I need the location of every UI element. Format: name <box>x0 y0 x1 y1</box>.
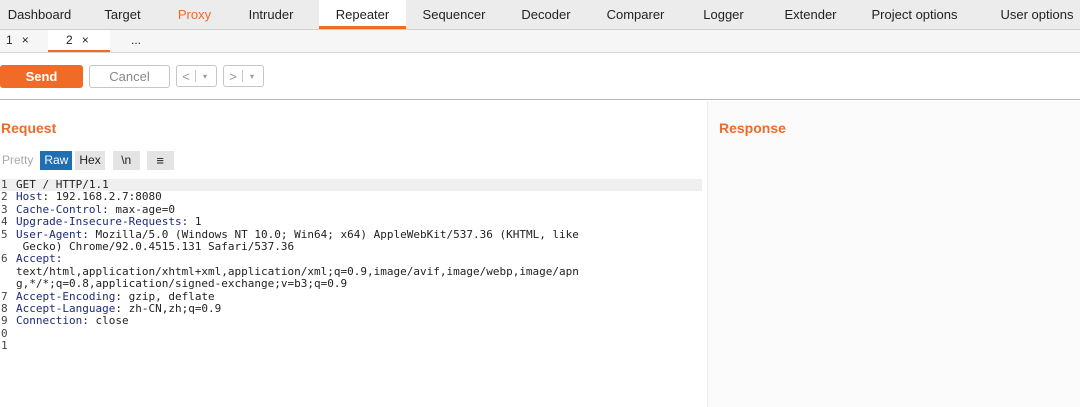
tab-proxy[interactable]: Proxy <box>166 0 223 29</box>
close-icon[interactable]: × <box>22 33 29 47</box>
editor-line: 1 <box>0 339 707 353</box>
pane-splitter[interactable] <box>707 101 708 407</box>
header-name: Connection <box>16 314 83 328</box>
tab-repeater[interactable]: Repeater <box>319 0 406 29</box>
header-name: User-Agent <box>16 227 83 241</box>
header-value: : zh-CN,zh;q=0.9 <box>115 301 222 315</box>
response-pane <box>708 101 1080 407</box>
newline-toggle-button[interactable]: \n <box>112 151 140 170</box>
header-name: Accept-Encoding <box>16 289 116 303</box>
line-number: 2 <box>1 190 8 204</box>
chevron-left-icon: < <box>182 68 190 84</box>
chevron-down-icon[interactable]: ▾ <box>243 72 261 81</box>
line-number: 9 <box>1 314 8 328</box>
header-value: : gzip, deflate <box>115 289 215 303</box>
toolbar: Send Cancel < ▾ > ▾ <box>0 53 1080 100</box>
tab-project-options[interactable]: Project options <box>855 0 974 29</box>
chevron-down-icon[interactable]: ▾ <box>196 72 214 81</box>
request-title: Request <box>1 120 57 136</box>
chevron-right-icon: > <box>229 68 237 84</box>
back-button[interactable]: < ▾ <box>176 65 217 87</box>
repeater-tab-label: 1 <box>6 33 13 47</box>
repeater-tab-label: 2 <box>66 33 73 47</box>
close-icon[interactable]: × <box>82 33 89 47</box>
view-tab-pretty[interactable]: Pretty <box>0 151 37 170</box>
header-name: Upgrade-Insecure-Requests <box>16 215 182 229</box>
line-number: 4 <box>1 215 8 229</box>
response-title: Response <box>719 120 786 136</box>
tab-dashboard[interactable]: Dashboard <box>0 0 79 29</box>
header-value: : 1 <box>181 215 202 229</box>
header-value: : close <box>82 314 129 328</box>
tab-decoder[interactable]: Decoder <box>502 0 590 29</box>
view-tab-hex[interactable]: Hex <box>75 151 105 170</box>
view-tab-raw[interactable]: Raw <box>40 151 73 170</box>
header-value: : Mozilla/5.0 (Windows NT 10.0; Win64; x… <box>82 227 579 241</box>
header-name: Accept <box>16 252 56 266</box>
forward-button[interactable]: > ▾ <box>223 65 264 87</box>
editor-line: Gecko) Chrome/92.0.4515.131 Safari/537.3… <box>0 240 707 253</box>
line-number: 1 <box>1 339 8 353</box>
repeater-tab-1[interactable]: 1 × <box>0 30 48 52</box>
tab-comparer[interactable]: Comparer <box>590 0 681 29</box>
cancel-button[interactable]: Cancel <box>89 65 170 88</box>
repeater-tab-bar: 1 × 2 × ... <box>0 30 1080 53</box>
header-value: : <box>55 252 63 266</box>
repeater-tab-2[interactable]: 2 × <box>48 30 110 52</box>
editor-line: 0 <box>0 327 707 340</box>
line-number: 6 <box>1 252 8 266</box>
header-name: Host <box>16 190 43 204</box>
header-name: Accept-Language <box>16 301 116 315</box>
line-text: Connection: close <box>16 315 129 327</box>
header-name: Cache-Control <box>16 202 103 216</box>
tab-logger[interactable]: Logger <box>681 0 766 29</box>
tab-intruder[interactable]: Intruder <box>223 0 319 29</box>
tab-extender[interactable]: Extender <box>766 0 855 29</box>
main-tab-bar: Dashboard Target Proxy Intruder Repeater… <box>0 0 1080 30</box>
menu-icon[interactable]: ≡ <box>146 151 174 170</box>
new-tab-button[interactable]: ... <box>110 30 158 52</box>
editor-line: 9 Connection: close <box>0 314 707 328</box>
tab-user-options[interactable]: User options <box>974 0 1080 29</box>
tab-target[interactable]: Target <box>79 0 166 29</box>
request-editor[interactable]: 1 GET / HTTP/1.1 2 Host: 192.168.2.7:8080 … <box>0 178 707 353</box>
line-number: 5 <box>1 227 8 241</box>
tab-sequencer[interactable]: Sequencer <box>406 0 502 29</box>
request-view-tabs: Pretty Raw Hex \n ≡ <box>0 150 177 171</box>
header-value: : 192.168.2.7:8080 <box>42 190 162 204</box>
header-value: : max-age=0 <box>102 202 175 216</box>
send-button[interactable]: Send <box>0 65 83 88</box>
